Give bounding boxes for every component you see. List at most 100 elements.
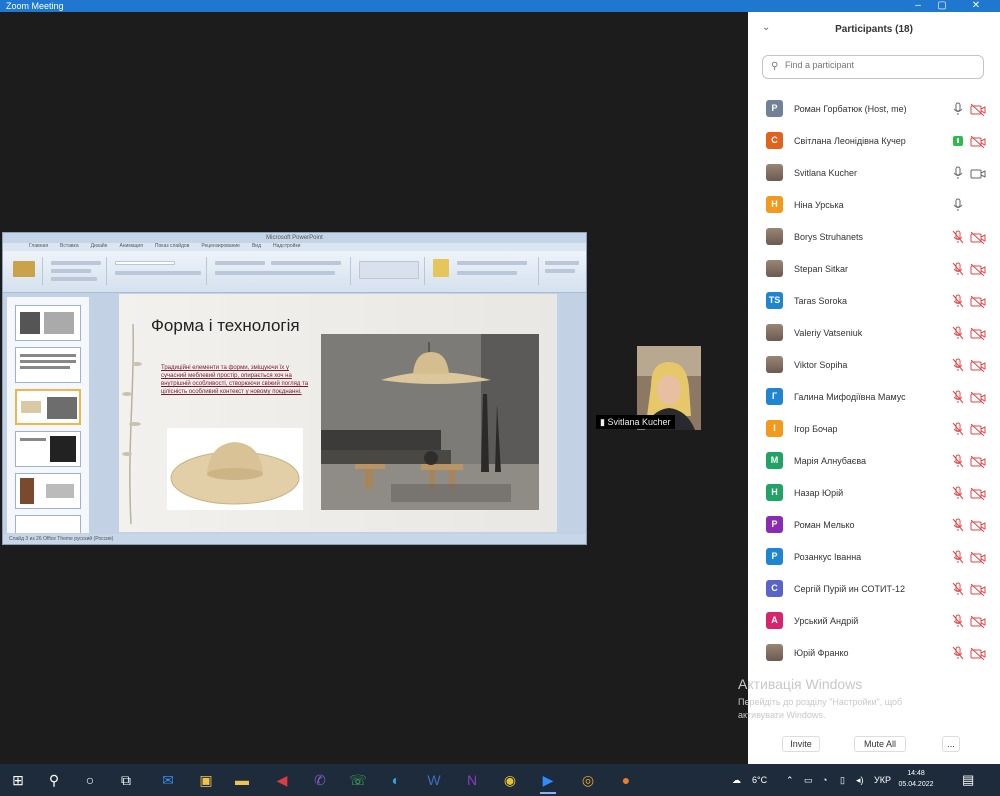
video-off-icon[interactable]	[970, 359, 986, 373]
weather-icon[interactable]: ☁	[732, 764, 741, 796]
network-icon[interactable]: ◔	[822, 764, 827, 796]
chevron-up-icon[interactable]: ⌃	[786, 764, 794, 796]
slide-thumbnail-selected[interactable]	[15, 389, 81, 425]
mic-muted-icon[interactable]	[952, 582, 964, 596]
task-view-icon[interactable]: ⧉	[114, 768, 138, 792]
participant-row[interactable]: Stepan Sitkar	[748, 254, 1000, 286]
video-off-icon[interactable]	[970, 583, 986, 597]
mic-icon[interactable]	[952, 166, 964, 180]
mic-muted-icon[interactable]	[952, 550, 964, 564]
participant-row[interactable]: Svitlana Kucher	[748, 158, 1000, 190]
mic-muted-icon[interactable]	[952, 358, 964, 372]
video-off-icon[interactable]	[970, 391, 986, 405]
chrome-canary-icon[interactable]: ◎	[576, 768, 600, 792]
viber-icon[interactable]: ✆	[308, 768, 332, 792]
mail-icon[interactable]: ✉	[156, 768, 180, 792]
video-off-icon[interactable]	[970, 615, 986, 629]
video-off-icon[interactable]	[970, 231, 986, 245]
mic-icon[interactable]	[952, 134, 964, 148]
battery-icon[interactable]: ▭	[804, 764, 813, 796]
video-off-icon[interactable]	[970, 455, 986, 469]
participant-search[interactable]: ⚲	[762, 55, 984, 79]
mic-muted-icon[interactable]	[952, 390, 964, 404]
close-button[interactable]: ✕	[964, 0, 988, 12]
mic-muted-icon[interactable]	[952, 422, 964, 436]
clock[interactable]: 14:48 05.04.2022	[896, 768, 936, 790]
whatsapp-icon[interactable]: ☏	[346, 768, 370, 792]
participant-row[interactable]: Viktor Sopiha	[748, 350, 1000, 382]
mic-muted-icon[interactable]	[952, 294, 964, 308]
search-icon[interactable]: ⚲	[42, 768, 66, 792]
display-icon[interactable]: ▯	[840, 764, 845, 796]
windows-icon[interactable]: ⊞	[6, 768, 30, 792]
slide-thumbnail[interactable]	[15, 473, 81, 509]
video-off-icon[interactable]	[970, 295, 986, 309]
mic-muted-icon[interactable]	[952, 614, 964, 628]
participant-row[interactable]: А Урський Андрій	[748, 606, 1000, 638]
shared-screen[interactable]: Microsoft PowerPoint Главная Вставка Диз…	[2, 232, 587, 545]
slide-canvas[interactable]: Форма і технологія Традиційні елементи т…	[119, 294, 557, 532]
participant-row[interactable]: Borys Struhanets	[748, 222, 1000, 254]
mic-muted-icon[interactable]	[952, 454, 964, 468]
video-off-icon[interactable]	[970, 647, 986, 661]
firefox-icon[interactable]: ●	[614, 768, 638, 792]
participant-search-input[interactable]	[785, 60, 975, 70]
language-indicator[interactable]: УКР	[874, 764, 891, 796]
mic-muted-icon[interactable]	[952, 262, 964, 276]
slide-thumbnail[interactable]	[15, 347, 81, 383]
mic-icon[interactable]	[952, 198, 964, 212]
minimize-button[interactable]: ‒	[906, 0, 930, 12]
video-off-icon[interactable]	[970, 103, 986, 117]
invite-button[interactable]: Invite	[782, 736, 820, 752]
slide-thumbnail[interactable]	[15, 515, 81, 533]
participant-row[interactable]: Юрій Франко	[748, 638, 1000, 670]
video-off-icon[interactable]	[970, 551, 986, 565]
participant-row[interactable]: С Сергій Пурій ин СОТИТ-12	[748, 574, 1000, 606]
notifications-icon[interactable]: ▤	[962, 764, 974, 796]
mic-muted-icon[interactable]	[952, 646, 964, 660]
explorer-icon[interactable]: ▬	[230, 768, 254, 792]
avatar: А	[766, 612, 783, 629]
participant-row[interactable]: Р Роман Мелько	[748, 510, 1000, 542]
slide-thumbnails[interactable]	[7, 297, 89, 533]
participant-row[interactable]: М Марія Алнубаєва	[748, 446, 1000, 478]
video-off-icon[interactable]	[970, 519, 986, 533]
weather-temp[interactable]: 6°C	[752, 764, 767, 796]
word-icon[interactable]: W	[422, 768, 446, 792]
video-off-icon[interactable]	[970, 263, 986, 277]
store-icon[interactable]: ▣	[194, 768, 218, 792]
video-off-icon[interactable]	[970, 327, 986, 341]
video-icon[interactable]	[970, 167, 986, 179]
participant-row[interactable]: Valeriy Vatseniuk	[748, 318, 1000, 350]
mute-all-button[interactable]: Mute All	[854, 736, 906, 752]
participant-row[interactable]: Г Галина Мифодіївна Мамус	[748, 382, 1000, 414]
participant-row[interactable]: С Світлана Леонідівна Кучер	[748, 126, 1000, 158]
cortana-icon[interactable]: ○	[78, 768, 102, 792]
edge-icon[interactable]: ◐	[384, 768, 408, 792]
participant-row[interactable]: Н Назар Юрій	[748, 478, 1000, 510]
video-off-icon[interactable]	[970, 135, 986, 149]
more-options-button[interactable]: ...	[942, 736, 960, 752]
mic-muted-icon[interactable]	[952, 518, 964, 532]
participant-row[interactable]: Н Ніна Урська	[748, 190, 1000, 222]
avatar: Н	[766, 196, 783, 213]
volume-icon[interactable]: ◂)	[856, 764, 864, 796]
video-off-icon[interactable]	[970, 423, 986, 437]
video-off-icon[interactable]	[970, 487, 986, 501]
slide-thumbnail[interactable]	[15, 305, 81, 341]
participant-row[interactable]: І Ігор Бочар	[748, 414, 1000, 446]
mic-muted-icon[interactable]	[952, 486, 964, 500]
mic-muted-icon[interactable]	[952, 230, 964, 244]
onenote-icon[interactable]: N	[460, 768, 484, 792]
mic-icon[interactable]	[952, 102, 964, 116]
avatar	[766, 260, 783, 277]
mic-muted-icon[interactable]	[952, 326, 964, 340]
participant-row[interactable]: Р Розанкус Іванна	[748, 542, 1000, 574]
maximize-button[interactable]: ▢	[930, 0, 954, 12]
participant-row[interactable]: P Роман Горбатюк (Host, me)	[748, 94, 1000, 126]
zoom-icon[interactable]: ▶	[536, 768, 560, 794]
chrome-icon[interactable]: ◉	[498, 768, 522, 792]
slide-thumbnail[interactable]	[15, 431, 81, 467]
participant-row[interactable]: TS Taras Soroka	[748, 286, 1000, 318]
app-red-icon[interactable]: ◀	[270, 768, 294, 792]
